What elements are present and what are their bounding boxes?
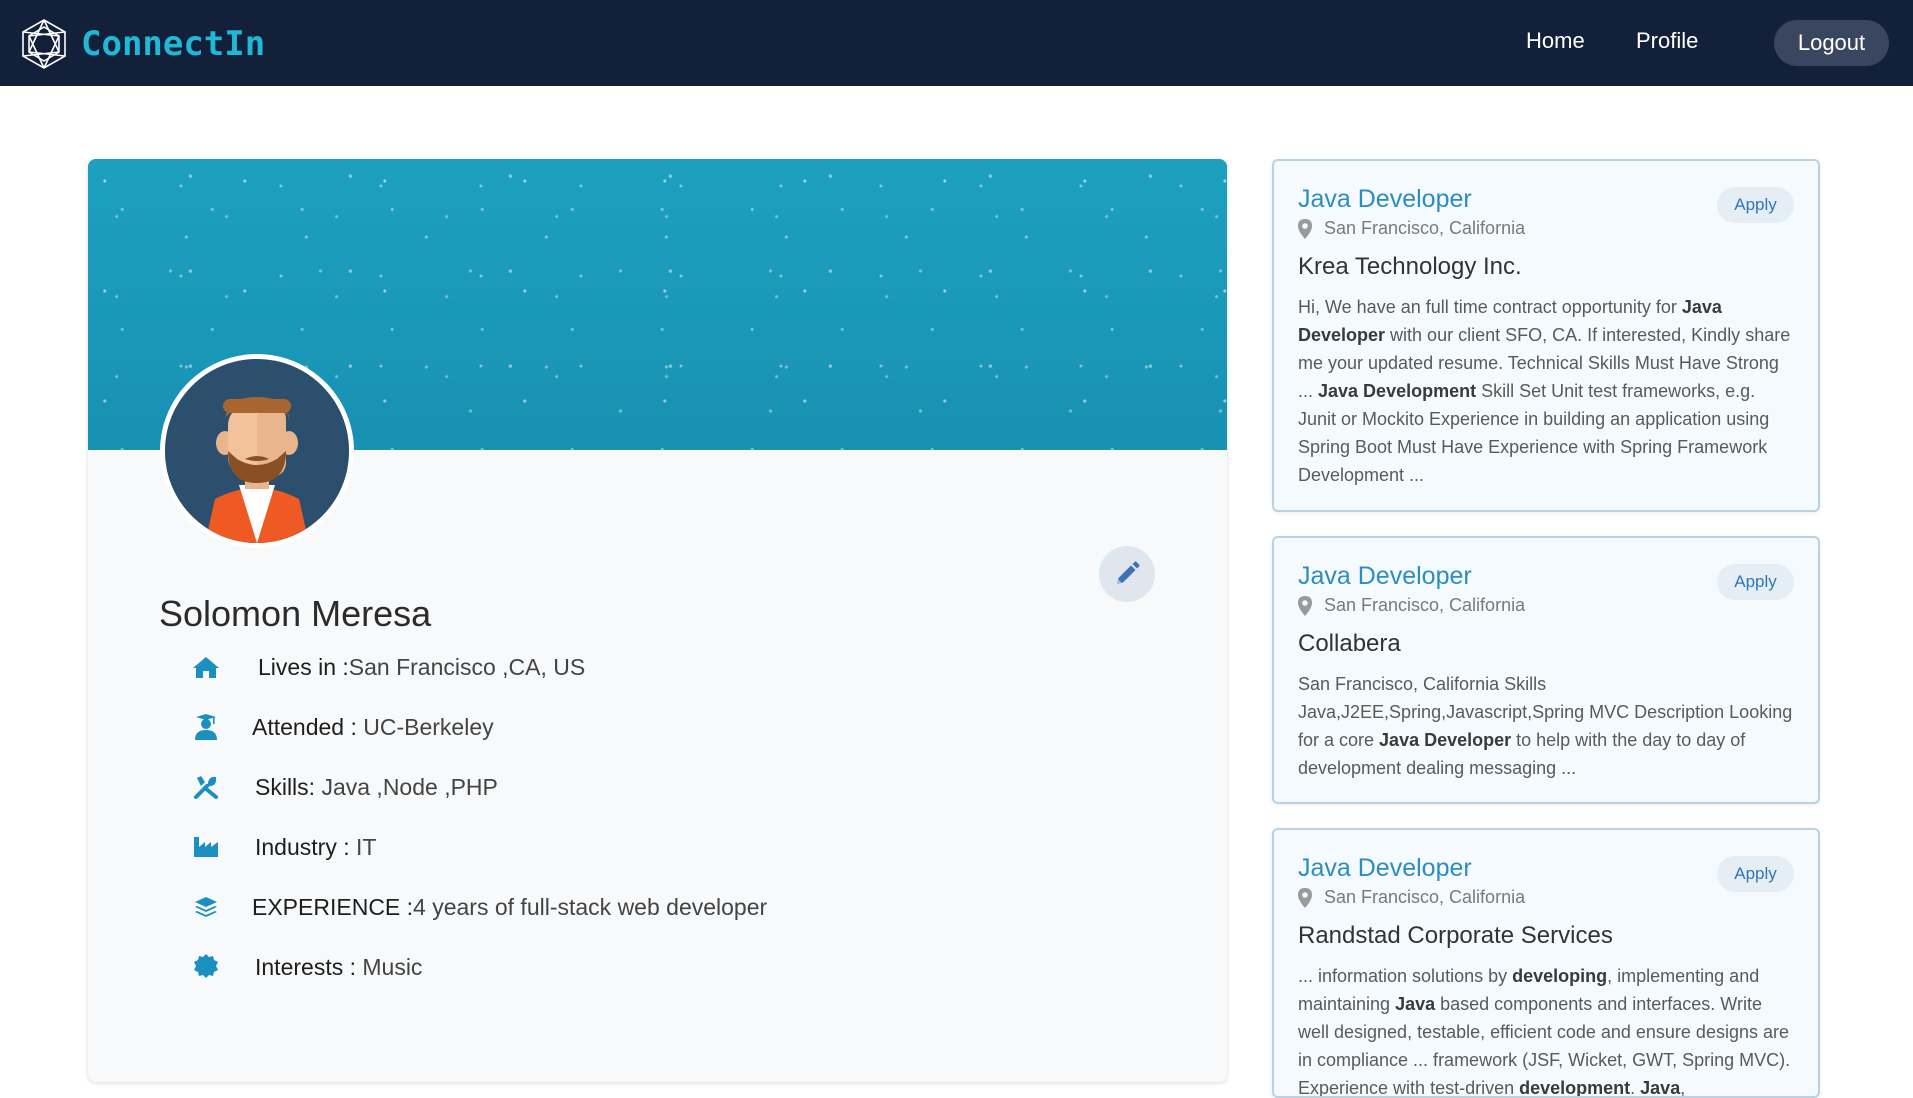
apply-button[interactable]: Apply [1717,187,1794,223]
highlight-text: Java Developer [1379,730,1512,750]
info-row-education: Attended : UC-Berkeley [88,707,888,747]
brand-logo-icon [22,19,66,69]
info-row-interests: Interests : Music [88,947,888,987]
info-label: Skills: [255,773,322,800]
info-label: Industry : [255,833,356,860]
brand[interactable]: ConnectIn [17,14,265,74]
apply-button[interactable]: Apply [1717,564,1794,600]
description-text: Hi, We have an full time contract opport… [1298,297,1682,317]
job-title-link[interactable]: Java Developer [1298,185,1472,214]
tools-icon [192,773,220,801]
job-location: San Francisco, California [1298,887,1796,908]
info-value: San Francisco ,CA, US [348,653,586,680]
company-name: Krea Technology Inc. [1298,253,1522,280]
profile-name: Solomon Meresa [159,593,432,634]
badge-icon [192,953,220,981]
industry-icon [192,833,220,861]
avatar[interactable] [165,359,349,543]
description-text: ... information solutions by [1298,966,1513,986]
info-row-location: Lives in :San Francisco ,CA, US [88,647,888,687]
job-title-link[interactable]: Java Developer [1298,562,1472,591]
info-row-skills: Skills: Java ,Node ,PHP [88,767,888,807]
info-value: UC-Berkeley [363,713,494,740]
logout-button[interactable]: Logout [1774,20,1889,66]
graduate-icon [192,713,220,741]
company-name: Collabera [1298,630,1401,657]
company-name: Randstad Corporate Services [1298,922,1613,949]
info-row-experience: EXPERIENCE :4 years of full-stack web de… [88,887,888,927]
job-description: Hi, We have an full time contract opport… [1298,293,1796,489]
map-pin-icon [1298,595,1312,616]
description-text: , [1680,1078,1686,1098]
apply-button[interactable]: Apply [1717,856,1794,892]
top-navbar: ConnectIn Home Profile Logout [0,0,1913,86]
job-card: Java Developer Apply San Francisco, Cali… [1272,159,1820,512]
brand-name: ConnectIn [81,24,266,64]
info-value: IT [355,833,377,860]
edit-profile-button[interactable] [1099,546,1155,602]
description-text: . [1630,1078,1641,1098]
avatar-ring [160,354,354,548]
info-label: Lives in : [258,653,349,680]
job-location: San Francisco, California [1298,218,1796,239]
pencil-icon [1117,561,1140,584]
job-location-text: San Francisco, California [1324,218,1526,238]
avatar-illustration [165,359,349,543]
highlight-text: Java [1640,1078,1681,1098]
job-title-link[interactable]: Java Developer [1298,854,1472,883]
info-label: Attended : [252,713,364,740]
profile-card: Solomon Meresa Lives in :San Francisco ,… [88,159,1227,1082]
job-location-text: San Francisco, California [1324,887,1526,907]
nav-home-link[interactable]: Home [1526,28,1585,54]
highlight-text: Java [1395,994,1436,1014]
highlight-text: development [1519,1078,1631,1098]
job-description: ... information solutions by developing,… [1298,962,1796,1098]
job-description: San Francisco, California Skills Java,J2… [1298,670,1796,782]
job-location: San Francisco, California [1298,595,1796,616]
info-value: Music [362,953,423,980]
nav-profile-link[interactable]: Profile [1636,28,1698,54]
map-pin-icon [1298,887,1312,908]
info-value: 4 years of full-stack web developer [413,893,768,920]
job-location-text: San Francisco, California [1324,595,1526,615]
job-card: Java Developer Apply San Francisco, Cali… [1272,536,1820,804]
highlight-text: developing [1512,966,1608,986]
info-label: Interests : [255,953,363,980]
job-card: Java Developer Apply San Francisco, Cali… [1272,828,1820,1098]
info-row-industry: Industry : IT [88,827,888,867]
home-icon [192,653,220,681]
info-label: EXPERIENCE : [252,893,414,920]
map-pin-icon [1298,218,1312,239]
info-value: Java ,Node ,PHP [321,773,498,800]
layers-icon [192,893,220,921]
highlight-text: Java Development [1318,381,1477,401]
